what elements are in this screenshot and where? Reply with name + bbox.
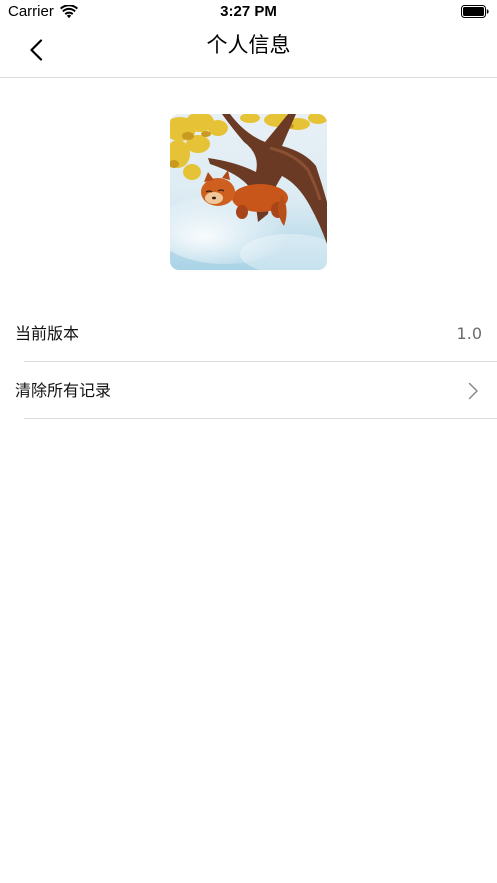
- version-row: 当前版本 1.0: [0, 305, 497, 362]
- clear-records-row[interactable]: 清除所有记录: [0, 362, 497, 419]
- status-bar: Carrier 3:27 PM: [0, 0, 497, 26]
- chevron-right-icon: [468, 382, 478, 400]
- divider: [24, 418, 497, 419]
- nav-bar: 个人信息: [0, 26, 497, 78]
- battery-icon: [461, 5, 489, 18]
- status-time: 3:27 PM: [220, 3, 277, 20]
- avatar[interactable]: [170, 114, 327, 270]
- settings-list: 当前版本 1.0 清除所有记录: [0, 305, 497, 419]
- page-title: 个人信息: [206, 33, 291, 57]
- clear-records-label: 清除所有记录: [15, 381, 112, 400]
- version-value: 1.0: [456, 324, 482, 343]
- avatar-image: [170, 114, 327, 270]
- version-label: 当前版本: [15, 324, 80, 343]
